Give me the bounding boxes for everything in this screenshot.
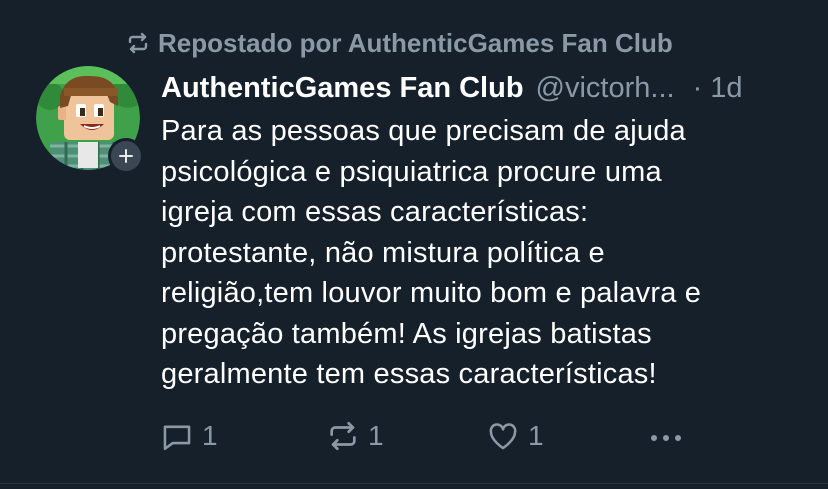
reply-icon: [160, 419, 194, 453]
tweet-card[interactable]: Repostado por AuthenticGames Fan Club Au…: [0, 0, 828, 489]
heart-icon: [486, 419, 520, 453]
author-handle[interactable]: @victorh...: [536, 72, 675, 105]
tweet-timestamp[interactable]: 1d: [710, 72, 742, 105]
reply-button[interactable]: 1: [160, 416, 218, 456]
tweet-text: Para as pessoas que precisam de ajuda ps…: [161, 115, 702, 390]
like-button[interactable]: 1: [486, 416, 544, 456]
more-icon: [648, 419, 684, 453]
separator-dot: ·: [692, 71, 703, 104]
avatar-container[interactable]: [36, 66, 144, 174]
repost-label[interactable]: Repostado por AuthenticGames Fan Club: [158, 28, 673, 59]
reply-count: 1: [202, 420, 218, 451]
author-display-name[interactable]: AuthenticGames Fan Club: [161, 72, 524, 105]
retweet-count: 1: [368, 420, 384, 451]
more-options-button[interactable]: [648, 416, 684, 456]
retweet-button[interactable]: 1: [326, 416, 384, 456]
tweet-divider: [0, 483, 828, 484]
like-count: 1: [528, 420, 544, 451]
repost-indicator: Repostado por AuthenticGames Fan Club: [126, 26, 673, 60]
repost-icon: [126, 31, 150, 55]
follow-plus-icon[interactable]: [108, 138, 144, 174]
tweet-actions: 1 1 1: [160, 416, 700, 456]
retweet-icon: [326, 419, 360, 453]
tweet-header: AuthenticGames Fan Club @victorh... · 1d: [161, 68, 801, 108]
